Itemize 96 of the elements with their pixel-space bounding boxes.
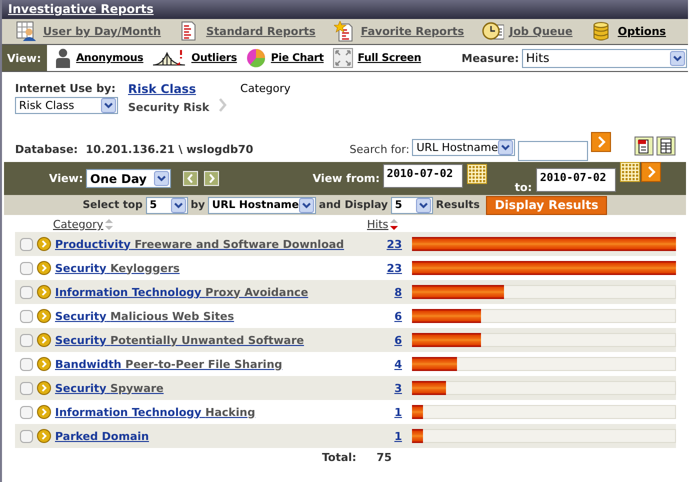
user-grid-icon[interactable]: [16, 21, 38, 42]
view-link[interactable]: Anonymous: [76, 52, 144, 64]
display-count-dropdown[interactable]: 5: [390, 196, 433, 214]
category-link[interactable]: Parked Domain: [55, 430, 365, 442]
results-label: Results: [436, 199, 480, 211]
drill-down-icon[interactable]: [37, 261, 51, 275]
drill-down-icon[interactable]: [37, 405, 51, 419]
drill-down-icon[interactable]: [37, 381, 51, 395]
next-button[interactable]: [204, 171, 220, 186]
caret-icon: [154, 171, 170, 186]
checkbox[interactable]: [20, 334, 33, 346]
hits-link[interactable]: 1: [365, 430, 402, 442]
checkbox[interactable]: [20, 406, 33, 418]
drill-down-icon[interactable]: [37, 333, 51, 347]
hits-link[interactable]: 6: [365, 310, 402, 322]
checkbox[interactable]: [20, 310, 33, 322]
caret-icon: [670, 50, 685, 66]
current-level: Category: [240, 82, 291, 97]
category-link[interactable]: Security Spyware: [55, 382, 365, 394]
view-link[interactable]: Outliers: [191, 52, 237, 64]
checkbox[interactable]: [20, 358, 33, 370]
column-header[interactable]: Hits: [367, 218, 398, 231]
database-info: Database: 10.201.136.21 \ wslogdb70: [15, 143, 254, 156]
drill-label: Internet Use by:: [15, 82, 117, 95]
drill-down-icon[interactable]: [37, 429, 51, 443]
category-link[interactable]: Security Keyloggers: [55, 262, 365, 274]
drill-dropdown[interactable]: Risk Class: [15, 97, 118, 114]
pdf-export-icon[interactable]: [634, 136, 654, 156]
category-link[interactable]: Bandwidth Peer-to-Peer File Sharing: [55, 358, 365, 370]
by-label: by: [190, 199, 205, 211]
category-link[interactable]: Security Potentially Unwanted Software: [55, 334, 365, 346]
period-dropdown[interactable]: One Day: [86, 169, 172, 188]
go-button[interactable]: [591, 132, 611, 152]
bell-curve-icon[interactable]: [152, 49, 186, 67]
drill-down-icon[interactable]: [37, 357, 51, 371]
nav-link[interactable]: Job Queue: [509, 25, 573, 38]
checkbox[interactable]: [20, 262, 33, 274]
to-label: to:: [514, 181, 532, 194]
category-link[interactable]: Security Malicious Web Sites: [55, 310, 365, 322]
caret-icon: [170, 198, 186, 212]
expand-icon[interactable]: [332, 48, 353, 68]
date-field[interactable]: 2010-07-02: [536, 168, 616, 192]
top-count-dropdown[interactable]: 5: [146, 196, 188, 214]
search-field[interactable]: [518, 141, 588, 161]
checkbox[interactable]: [20, 382, 33, 394]
previous-button[interactable]: [183, 171, 198, 186]
nav-link[interactable]: Options: [618, 25, 666, 38]
checkbox[interactable]: [20, 430, 33, 442]
view-label: View:: [49, 172, 84, 185]
measure-dropdown[interactable]: Hits: [522, 48, 687, 68]
checkbox[interactable]: [20, 238, 33, 250]
hits-link[interactable]: 1: [365, 406, 402, 418]
hits-link[interactable]: 3: [365, 382, 402, 394]
page-title-link[interactable]: Investigative Reports: [8, 2, 154, 16]
caret-icon: [101, 98, 116, 113]
hits-link[interactable]: 23: [365, 262, 402, 274]
nav-link[interactable]: User by Day/Month: [43, 25, 161, 38]
go-button[interactable]: [641, 162, 661, 182]
category-link[interactable]: Information Technology Proxy Avoidance: [55, 286, 365, 298]
display-label: and Display: [318, 199, 388, 211]
nav-link[interactable]: Standard Reports: [206, 25, 316, 38]
column-header[interactable]: Category: [53, 218, 363, 231]
search-label: Search for:: [350, 143, 410, 156]
pie-chart-icon[interactable]: [246, 48, 266, 68]
view-link[interactable]: Pie Chart: [270, 52, 324, 64]
hits-link[interactable]: 4: [365, 358, 402, 370]
view-link[interactable]: Full Screen: [358, 52, 422, 64]
nav-link[interactable]: Favorite Reports: [360, 25, 464, 38]
person-icon[interactable]: [55, 48, 72, 68]
category-link[interactable]: Productivity Freeware and Software Download: [55, 238, 365, 250]
select-top-label: Select top: [82, 199, 143, 211]
caret-icon: [298, 198, 314, 212]
breadcrumb-link[interactable]: Risk Class: [128, 82, 210, 96]
hits-link[interactable]: 8: [365, 286, 402, 298]
chevron-icon: [219, 98, 228, 112]
category-link[interactable]: Information Technology Hacking: [55, 406, 365, 418]
total-label: Total:: [322, 450, 356, 464]
drill-down-icon[interactable]: [37, 237, 51, 251]
calendar-icon[interactable]: [620, 162, 640, 182]
total-value: 75: [376, 450, 392, 464]
checkbox[interactable]: [20, 286, 33, 298]
hits-link[interactable]: 6: [365, 334, 402, 346]
table-export-icon[interactable]: [656, 136, 676, 156]
group-by-dropdown[interactable]: URL Hostname: [208, 196, 316, 214]
view-label: View:: [2, 45, 48, 71]
drill-down-icon[interactable]: [37, 285, 51, 299]
hits-link[interactable]: 23: [365, 238, 402, 250]
from-label: View from:: [312, 172, 380, 185]
date-field[interactable]: 2010-07-02: [382, 164, 463, 188]
measure-label: Measure:: [462, 52, 519, 64]
caret-icon: [498, 140, 513, 155]
caret-icon: [416, 198, 431, 212]
drill-down-icon[interactable]: [37, 309, 51, 323]
calendar-icon[interactable]: [466, 164, 487, 184]
search-type-dropdown[interactable]: URL Hostname: [412, 139, 515, 156]
breadcrumb-value: Security Risk: [128, 101, 210, 114]
